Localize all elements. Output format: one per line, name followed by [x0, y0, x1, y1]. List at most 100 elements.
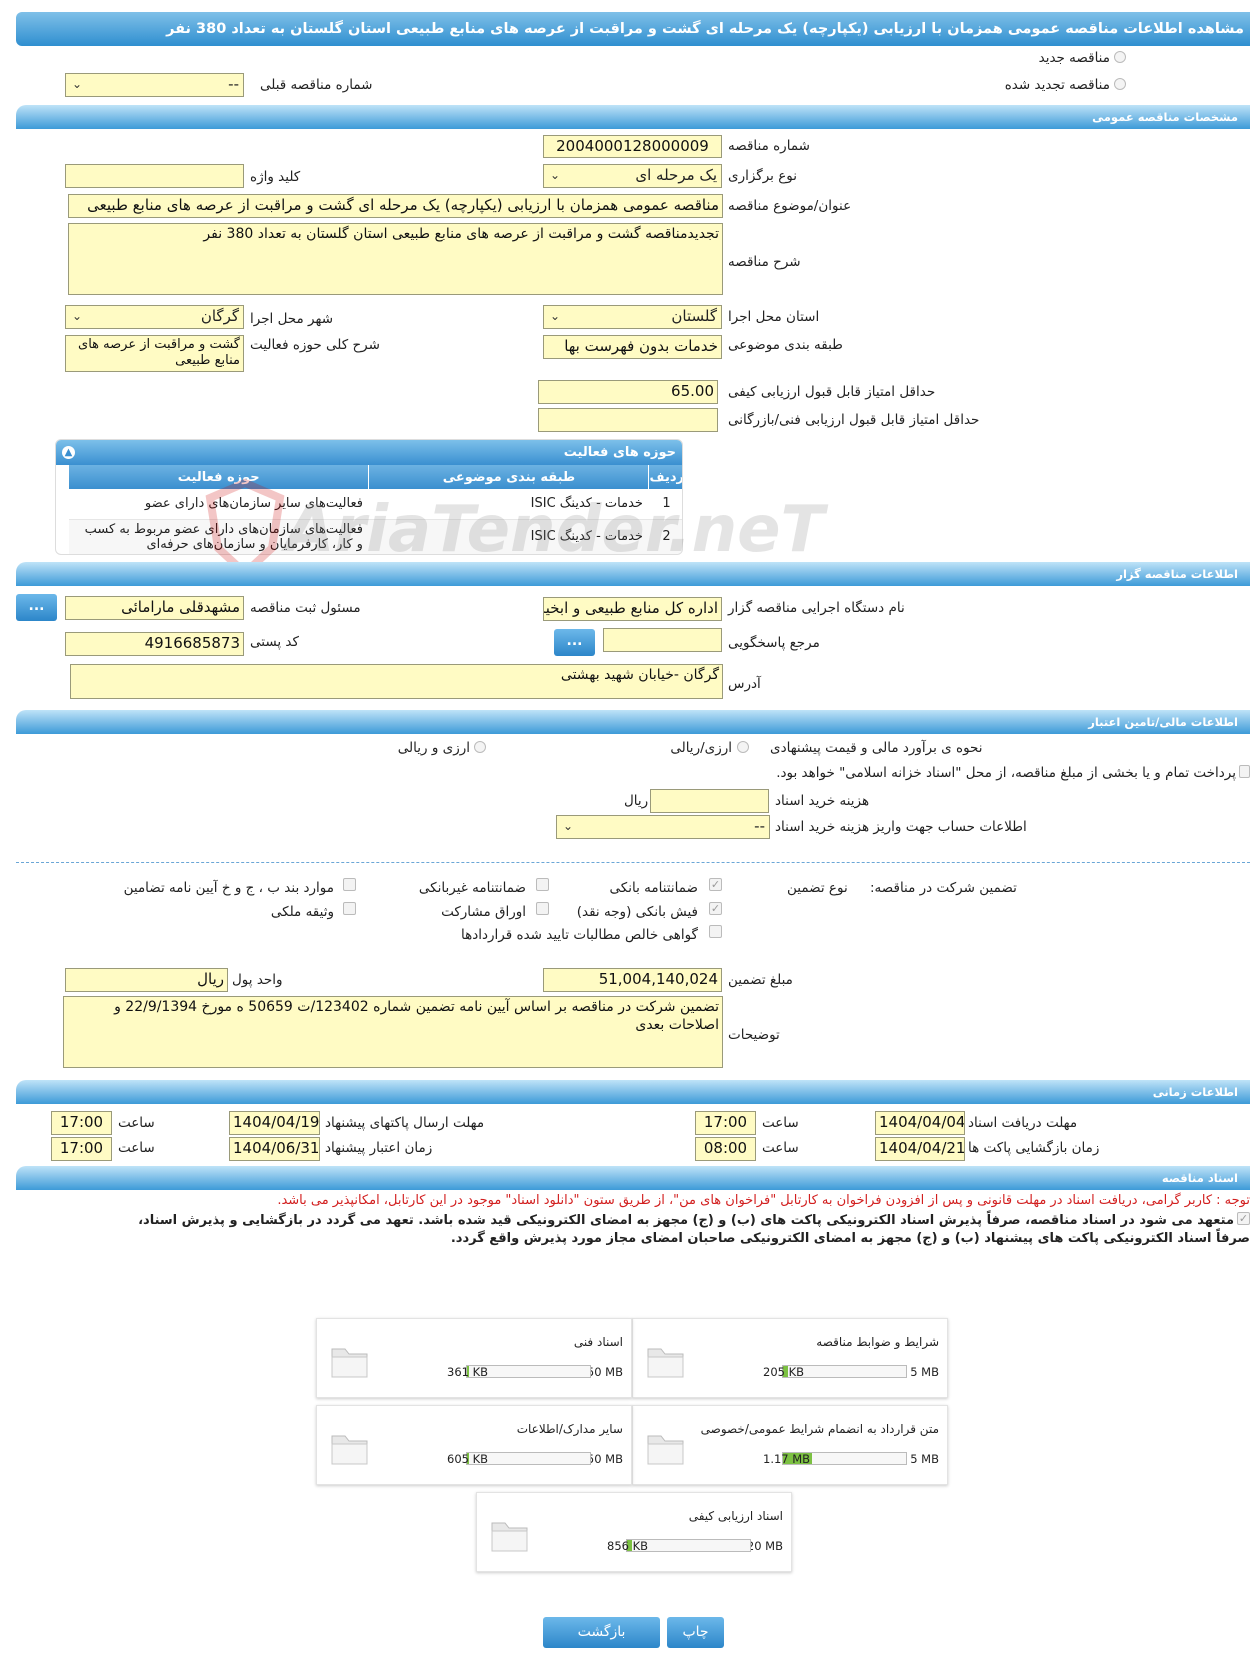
bank-guarantee-checkbox[interactable]: ✓ — [709, 878, 722, 891]
category-label: طبقه بندی موضوعی — [728, 337, 843, 353]
other-guarantee-checkbox[interactable] — [343, 878, 356, 891]
back-button[interactable]: بازگشت — [543, 1617, 660, 1648]
document-name: شرایط و ضوابط مناقصه — [816, 1335, 939, 1349]
col-category: طبقه بندی موضوعی — [368, 465, 649, 489]
account-select[interactable]: -- ⌄ — [556, 815, 770, 839]
collapse-icon[interactable]: ▲ — [62, 446, 75, 459]
subject-field: مناقصه عمومی همزمان با ارزیابی (یکپارچه)… — [68, 194, 723, 218]
activity-desc-label: شرح کلی حوزه فعالیت — [250, 337, 380, 353]
estimate-opt1-radio[interactable] — [737, 741, 749, 753]
prev-number-select[interactable]: -- ⌄ — [65, 73, 244, 97]
new-tender-radio[interactable] — [1114, 51, 1126, 63]
chevron-down-icon: ⌄ — [72, 309, 83, 323]
treasury-label: پرداخت تمام و یا بخشی از مبلغ مناقصه، از… — [776, 765, 1236, 781]
document-name: اسناد فنی — [573, 1335, 623, 1349]
activities-table: ردیف طبقه بندی موضوعی حوزه فعالیت 1 خدما… — [67, 465, 682, 554]
receive-date: 1404/04/04 — [875, 1111, 965, 1135]
document-card[interactable]: شرایط و ضوابط مناقصه 5 MB 205 KB — [632, 1318, 948, 1398]
document-max-size: 20 MB — [746, 1539, 783, 1553]
nonbank-guarantee-checkbox[interactable] — [536, 878, 549, 891]
desc-label: شرح مناقصه — [728, 254, 801, 270]
amount-label: مبلغ تضمین — [728, 972, 793, 988]
city-label: شهر محل اجرا — [250, 311, 334, 327]
send-time-label: ساعت — [118, 1115, 155, 1131]
city-select[interactable]: گرگان ⌄ — [65, 305, 244, 329]
min-tech-label: حداقل امتیاز قابل قبول ارزیابی فنی/بازرگ… — [728, 412, 980, 428]
province-select[interactable]: گلستان ⌄ — [543, 305, 722, 329]
commit-line2: صرفاً اسناد الکترونیکی پاکت های پیشنهاد … — [450, 1231, 1250, 1246]
document-size: 605 KB — [447, 1452, 489, 1466]
keyword-field[interactable] — [65, 164, 244, 188]
chevron-down-icon: ⌄ — [72, 77, 83, 91]
valid-time-label: ساعت — [118, 1140, 155, 1156]
doc-cost-field — [650, 789, 769, 813]
document-size: 205 KB — [763, 1365, 805, 1379]
divider — [16, 862, 1250, 863]
row-category: خدمات - کدینگ ISIC — [368, 489, 649, 520]
document-card[interactable]: اسناد ارزیابی کیفی 20 MB 856 KB — [476, 1492, 792, 1572]
open-label: زمان بازگشایی پاکت ها — [968, 1140, 1100, 1156]
document-card[interactable]: سایر مدارک/اطلاعات 50 MB 605 KB — [316, 1405, 632, 1485]
treasury-checkbox[interactable] — [1239, 765, 1250, 778]
commit-checkbox[interactable]: ✓ — [1237, 1212, 1250, 1225]
document-size: 1.17 MB — [763, 1452, 811, 1466]
document-max-size: 50 MB — [586, 1452, 623, 1466]
min-tech-field — [538, 408, 718, 432]
valid-time: 17:00 — [51, 1137, 112, 1161]
currency-label: واحد پول — [232, 972, 283, 988]
document-card[interactable]: متن قرارداد به انضمام شرایط عمومی/خصوصی 5… — [632, 1405, 948, 1485]
document-card[interactable]: اسناد فنی 50 MB 361 KB — [316, 1318, 632, 1398]
rial-label: ریال — [624, 793, 649, 809]
min-quality-label: حداقل امتیاز قابل قبول ارزیابی کیفی — [728, 384, 936, 400]
activity-desc-field: گشت و مراقبت از عرصه های منابع طبیعی — [65, 335, 244, 372]
category-field: خدمات بدون فهرست بها — [543, 335, 722, 359]
estimate-opt2-radio[interactable] — [474, 741, 486, 753]
guarantee-label: تضمین شرکت در مناقصه: — [870, 880, 1017, 896]
ref-label: مرجع پاسخگویی — [728, 635, 820, 651]
officer-field: مشهدقلی مارامائی — [65, 596, 244, 620]
province-label: استان محل اجرا — [728, 309, 820, 325]
type-label: نوع برگزاری — [728, 168, 797, 184]
org-label: نام دستگاه اجرایی مناقصه گزار — [728, 600, 905, 616]
cert-checkbox[interactable] — [709, 925, 722, 938]
ref-more-button[interactable]: ... — [554, 629, 595, 656]
row-activity: فعالیت‌های سایر سازمان‌های دارای عضو — [68, 489, 369, 520]
amount-field: 51,004,140,024 — [543, 968, 722, 992]
tender-number-field: 2004000128000009 — [543, 135, 722, 158]
property-checkbox[interactable] — [343, 902, 356, 915]
document-name: اسناد ارزیابی کیفی — [688, 1509, 783, 1523]
document-max-size: 5 MB — [910, 1365, 939, 1379]
cash-checkbox[interactable]: ✓ — [709, 902, 722, 915]
print-button[interactable]: چاپ — [667, 1617, 724, 1648]
type-select[interactable]: یک مرحله ای ⌄ — [543, 164, 722, 188]
row-category: خدمات - کدینگ ISIC — [368, 519, 649, 554]
valid-date: 1404/06/31 — [229, 1137, 320, 1161]
property-label: وثیقه ملکی — [270, 904, 334, 920]
section-finance: اطلاعات مالی/تامین اعتبار — [16, 710, 1250, 734]
renewed-tender-radio[interactable] — [1114, 78, 1126, 90]
folder-icon — [647, 1348, 684, 1378]
row-index: 2 — [648, 519, 682, 554]
folder-icon — [331, 1348, 368, 1378]
document-name: متن قرارداد به انضمام شرایط عمومی/خصوصی — [700, 1422, 939, 1436]
send-date: 1404/04/19 — [229, 1111, 320, 1135]
officer-label: مسئول ثبت مناقصه — [250, 600, 361, 616]
document-size: 856 KB — [607, 1539, 649, 1553]
address-label: آدرس — [728, 676, 761, 692]
org-field: اداره کل منابع طبیعی و ابخیزداری — [543, 597, 722, 621]
section-documents: اسناد مناقصه — [16, 1166, 1250, 1190]
receive-time: 17:00 — [695, 1111, 756, 1135]
other-guarantee-label: موارد بند ب ، ج و خ آیین نامه تضامین — [123, 880, 334, 896]
keyword-label: کلید واژه — [250, 169, 301, 185]
desc-field: تجدیدمناقصه گشت و مراقبت از عرصه های منا… — [68, 223, 723, 295]
postal-label: کد پستی — [250, 634, 299, 650]
estimate-label: نحوه ی برآورد مالی و قیمت پیشنهادی — [770, 740, 983, 756]
officer-more-button[interactable]: ... — [16, 594, 57, 621]
estimate-opt2-label: ارزی و ریالی — [397, 740, 470, 756]
address-field: گرگان -خیابان شهید بهشتی — [70, 664, 723, 699]
chevron-down-icon: ⌄ — [550, 168, 561, 182]
bonds-checkbox[interactable] — [536, 902, 549, 915]
nonbank-guarantee-label: ضمانتنامه غیربانکی — [418, 880, 526, 896]
table-row: 1 خدمات - کدینگ ISIC فعالیت‌های سایر ساز… — [68, 489, 682, 520]
min-quality-field: 65.00 — [538, 380, 718, 404]
